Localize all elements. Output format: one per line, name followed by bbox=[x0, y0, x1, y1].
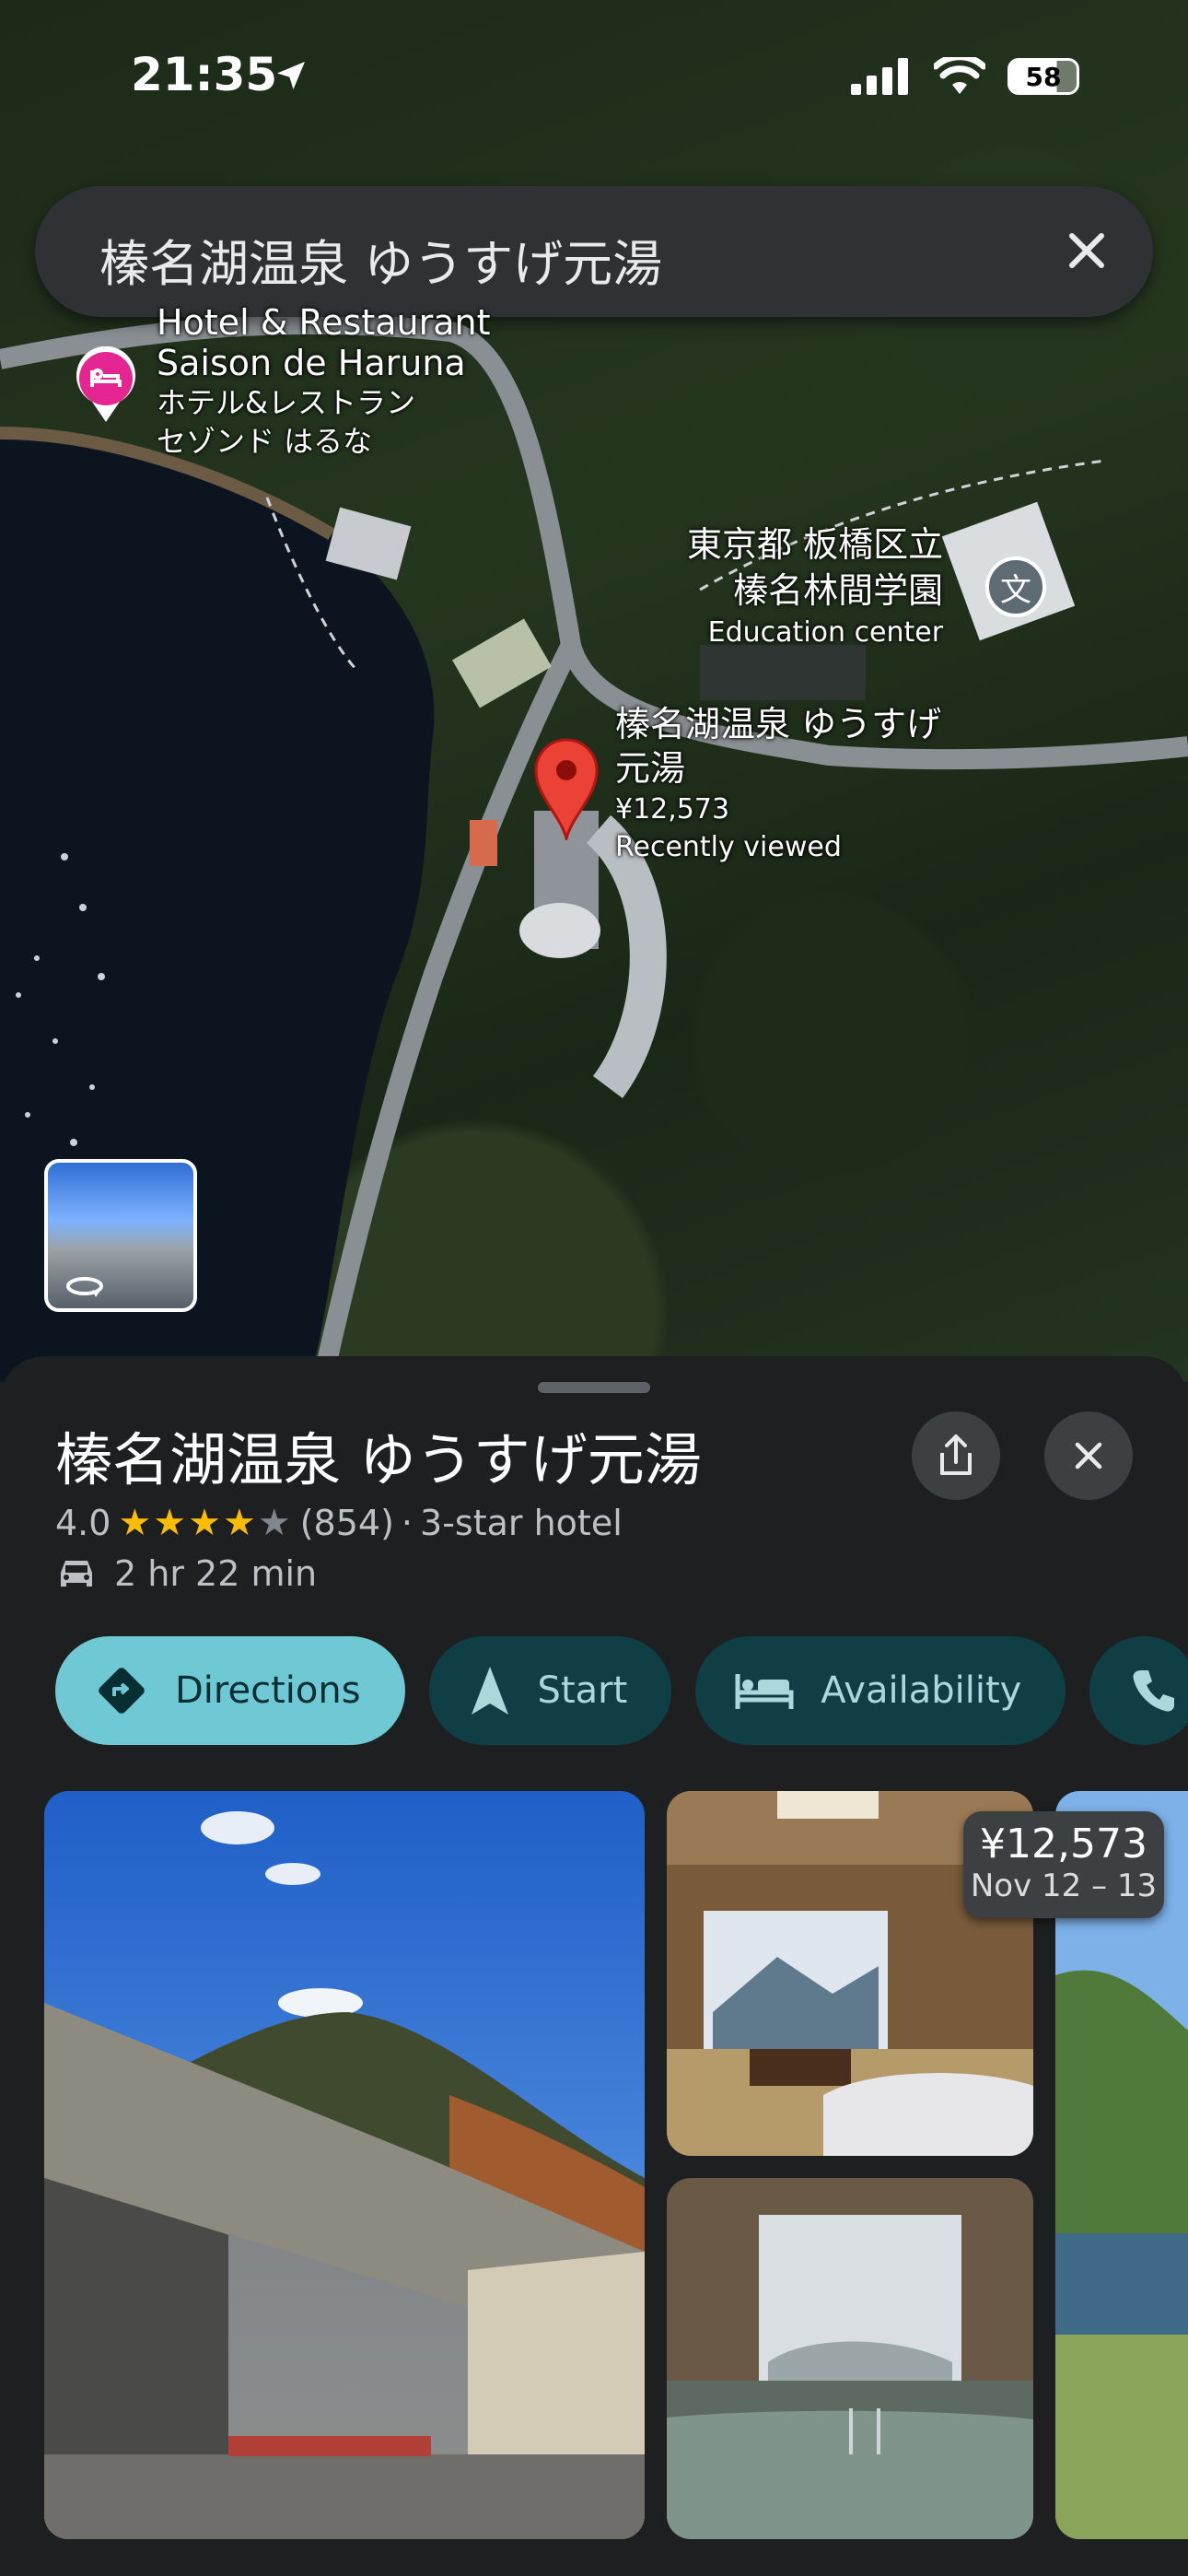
cellular-signal-icon bbox=[851, 58, 908, 95]
share-icon bbox=[940, 1434, 972, 1475]
hotel-label-en-2: Saison de Haruna bbox=[157, 343, 466, 383]
map-label-hotel[interactable]: Hotel & Restaurant Saison de Haruna ホテル&… bbox=[157, 302, 490, 461]
directions-icon bbox=[99, 1668, 145, 1714]
photo-hotel-exterior[interactable] bbox=[44, 1791, 645, 2539]
rating-stars-icon: ★★★★★ bbox=[118, 1502, 292, 1544]
rating-value: 4.0 bbox=[55, 1503, 111, 1543]
price-amount: ¥12,573 bbox=[980, 1821, 1147, 1868]
bed-icon bbox=[735, 1674, 794, 1709]
car-icon bbox=[61, 1561, 92, 1587]
school-label-2: 榛名林間学園 bbox=[733, 570, 944, 611]
start-button[interactable]: Start bbox=[428, 1636, 672, 1745]
stars-full: ★★★★ bbox=[118, 1502, 258, 1544]
school-label-type: Education center bbox=[707, 616, 944, 649]
hot-spring-bath-image bbox=[667, 2178, 1033, 2539]
rotate-360-icon bbox=[66, 1277, 103, 1297]
search-bar[interactable]: 榛名湖温泉 ゆうすげ元湯 bbox=[35, 186, 1153, 317]
price-badge[interactable]: ¥12,573 Nov 12 – 13 bbox=[963, 1811, 1164, 1918]
location-arrow-icon bbox=[277, 62, 305, 89]
hotel-marker-icon[interactable] bbox=[74, 346, 138, 424]
status-time: 21:35 bbox=[131, 48, 278, 101]
availability-label: Availability bbox=[821, 1669, 1022, 1712]
hotel-label-en-1: Hotel & Restaurant bbox=[157, 302, 491, 343]
hotel-label-jp-1: ホテル&レストラン bbox=[157, 385, 415, 420]
place-title: 榛名湖温泉 ゆうすげ元湯 bbox=[55, 1426, 702, 1493]
drive-time: 2 hr 22 min bbox=[114, 1553, 318, 1594]
directions-button[interactable]: Directions bbox=[55, 1636, 405, 1745]
selected-label-1: 榛名湖温泉 ゆうすげ bbox=[615, 704, 942, 744]
close-icon bbox=[1075, 1442, 1102, 1469]
battery-icon: 58 bbox=[1007, 58, 1079, 95]
education-center-icon[interactable]: 文 bbox=[985, 556, 1046, 617]
action-chips: Directions Start Availability bbox=[55, 1636, 1188, 1745]
rating-row[interactable]: 4.0 ★★★★★ (854) · 3-star hotel bbox=[55, 1502, 623, 1544]
close-sheet-button[interactable] bbox=[1044, 1411, 1133, 1500]
sheet-drag-handle[interactable] bbox=[538, 1382, 650, 1393]
hotel-exterior-image bbox=[44, 1791, 645, 2539]
status-bar: 21:35 58 bbox=[0, 0, 1188, 157]
call-button[interactable] bbox=[1089, 1636, 1188, 1745]
search-query[interactable]: 榛名湖温泉 ゆうすげ元湯 bbox=[99, 223, 662, 296]
stars-empty: ★ bbox=[257, 1502, 293, 1544]
review-count[interactable]: (854) bbox=[300, 1503, 394, 1543]
street-view-thumbnail[interactable] bbox=[44, 1159, 197, 1312]
phone-icon bbox=[1133, 1670, 1175, 1712]
photo-hot-spring-bath[interactable] bbox=[667, 2178, 1033, 2539]
rating-separator: · bbox=[401, 1503, 413, 1543]
place-sheet[interactable]: 榛名湖温泉 ゆうすげ元湯 4.0 ★★★★★ (854) · 3-star ho… bbox=[0, 1356, 1188, 2576]
availability-button[interactable]: Availability bbox=[695, 1636, 1066, 1745]
selected-label-price: ¥12,573 bbox=[615, 793, 730, 825]
drive-time-row: 2 hr 22 min bbox=[55, 1553, 317, 1594]
selected-place-pin-icon[interactable] bbox=[532, 737, 600, 840]
share-button[interactable] bbox=[912, 1411, 1000, 1500]
close-icon[interactable] bbox=[1057, 221, 1116, 280]
wifi-icon bbox=[934, 57, 985, 94]
place-category: 3-star hotel bbox=[420, 1503, 623, 1543]
navigation-arrow-icon bbox=[471, 1667, 508, 1715]
directions-label: Directions bbox=[175, 1669, 361, 1712]
selected-label-2: 元湯 bbox=[615, 748, 686, 789]
hotel-label-jp-2: セゾンド はるな bbox=[157, 424, 373, 459]
map-label-selected[interactable]: 榛名湖温泉 ゆうすげ 元湯 ¥12,573 Recently viewed bbox=[615, 702, 941, 866]
selected-label-note: Recently viewed bbox=[615, 831, 842, 863]
school-label-1: 東京都 板橋区立 bbox=[687, 524, 944, 565]
map-label-school[interactable]: 東京都 板橋区立 榛名林間学園 Education center bbox=[687, 521, 943, 652]
price-dates: Nov 12 – 13 bbox=[970, 1868, 1158, 1904]
status-icons: 58 bbox=[851, 57, 1079, 96]
map-view[interactable]: 21:35 58 榛名湖温泉 ゆうすげ元湯 Hotel & Restaurant… bbox=[0, 0, 1188, 1382]
start-label: Start bbox=[537, 1669, 628, 1712]
